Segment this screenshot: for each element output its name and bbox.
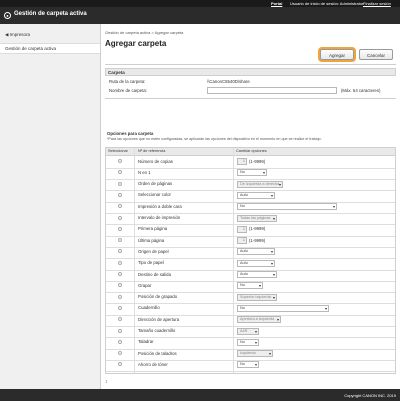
option-select[interactable]: No: [237, 169, 267, 177]
option-select[interactable]: Apertura a izquierda: [237, 316, 281, 324]
option-label: Posición de taladros: [138, 350, 177, 356]
row-select-checkbox[interactable]: [118, 170, 122, 175]
option-select[interactable]: Superior izquierda: [237, 293, 277, 301]
option-select[interactable]: No: [237, 282, 263, 290]
row-select-checkbox[interactable]: [118, 272, 122, 276]
sidebar-item-printer[interactable]: ◀ Impresora: [0, 30, 100, 40]
option-select[interactable]: No: [237, 361, 259, 369]
option-label: Intervalo de impresión: [138, 215, 181, 220]
row-separator: [106, 371, 395, 373]
sidebar-item-folder-management[interactable]: Gestión de carpeta activa: [0, 43, 100, 54]
logout-link[interactable]: Finalizar sesión: [363, 0, 391, 7]
option-label: Última página: [138, 237, 165, 243]
app-title: Gestión de carpeta activa: [14, 11, 87, 17]
option-label: Tipo de papel: [138, 260, 164, 266]
option-number-input[interactable]: 1: [237, 225, 247, 233]
name-label: Nombre de carpeta:: [109, 88, 147, 93]
folder-section-header: Carpeta: [105, 68, 396, 76]
row-select-checkbox[interactable]: [118, 328, 122, 333]
option-select[interactable]: Auto: [237, 191, 275, 199]
option-label: Orden de páginas: [138, 181, 173, 187]
row-select-checkbox[interactable]: [118, 305, 122, 310]
footer: Copyright CANON INC. 2019: [0, 389, 400, 401]
row-select-checkbox[interactable]: [118, 351, 122, 356]
option-label: Ahorro de tóner: [138, 361, 168, 367]
option-label: Número de copias: [138, 158, 173, 164]
row-select-checkbox[interactable]: [118, 339, 122, 344]
option-select[interactable]: No: [237, 304, 329, 312]
table-header: Seleccionar Nº de referencia Cambiar opc…: [106, 148, 395, 156]
row-separator: [106, 224, 395, 226]
option-label: N en 1: [138, 169, 151, 175]
sidebar: ◀ Impresora Gestión de carpeta activa: [0, 24, 101, 389]
folder-name-input[interactable]: [207, 87, 337, 94]
title-bar: ● Gestión de carpeta activa: [0, 7, 400, 24]
top-bar: Portal Usuario de inicio de sesión: Admi…: [0, 0, 400, 7]
option-range: (1-9999): [249, 237, 266, 243]
collapse-icon[interactable]: ↕: [105, 379, 108, 385]
option-select[interactable]: Auto: [237, 259, 275, 267]
option-number-input[interactable]: 1: [237, 237, 247, 245]
option-number-input[interactable]: 1: [237, 158, 247, 165]
row-select-checkbox[interactable]: [118, 226, 122, 231]
row-select-checkbox[interactable]: [118, 238, 122, 243]
col-divider: [134, 148, 135, 373]
portal-link[interactable]: Portal: [271, 0, 282, 7]
divider: [105, 98, 396, 99]
option-label: Impresión a doble cara: [138, 203, 182, 209]
row-select-checkbox[interactable]: [118, 192, 122, 197]
row-select-checkbox[interactable]: [118, 283, 122, 288]
option-select[interactable]: De izquierda a derecha: [237, 180, 283, 188]
page-title: Agregar carpeta: [105, 39, 167, 48]
option-label: Primera página: [138, 226, 168, 232]
row-select-checkbox[interactable]: [118, 362, 122, 367]
option-select[interactable]: A4R: [237, 327, 259, 335]
option-label: Origen de papel: [138, 248, 169, 254]
row-select-checkbox[interactable]: [118, 294, 122, 299]
option-range: (1-9999): [249, 158, 266, 164]
row-select-checkbox[interactable]: [118, 159, 122, 163]
option-select[interactable]: Todas las páginas: [237, 214, 277, 222]
row-select-checkbox[interactable]: [118, 317, 122, 322]
route-value: \\CanonC5540D\share: [207, 79, 250, 84]
option-label: Taladrar: [138, 339, 154, 345]
option-label: Seleccionar color: [138, 192, 171, 198]
option-select[interactable]: Izquierda: [237, 350, 273, 358]
copyright: Copyright CANON INC. 2019: [344, 393, 396, 398]
option-label: Grapar: [138, 282, 152, 288]
col-select: Seleccionar: [108, 149, 128, 153]
name-hint: (Máx. 64 caracteres): [341, 88, 381, 93]
option-label: Destino de salida: [138, 271, 171, 277]
options-table: Seleccionar Nº de referencia Cambiar opc…: [105, 147, 396, 374]
option-label: Cuadernillo: [138, 305, 160, 311]
app-window: Portal Usuario de inicio de sesión: Admi…: [0, 0, 400, 401]
add-button[interactable]: Agregar: [320, 49, 354, 60]
col-ref: Nº de referencia: [138, 149, 166, 153]
app-logo-icon: ●: [4, 12, 11, 19]
row-select-checkbox[interactable]: [118, 181, 122, 186]
option-select[interactable]: Auto: [237, 271, 277, 278]
row-select-checkbox[interactable]: [118, 260, 122, 265]
options-note: *Para las opciones que no estén configur…: [107, 137, 322, 141]
route-label: Ruta de la carpeta:: [109, 79, 146, 84]
divider: [105, 64, 396, 65]
option-label: Posición de grapado: [138, 294, 178, 300]
col-change: Cambiar opciones: [236, 149, 267, 153]
option-range: (1-9999): [249, 226, 266, 232]
main-content: Gestión de carpeta activa > Agregar carp…: [101, 24, 400, 389]
option-label: Dirección de apertura: [138, 316, 180, 322]
login-user-label: Usuario de inicio de sesión: Administrat…: [290, 1, 364, 6]
row-select-checkbox[interactable]: [118, 249, 122, 254]
option-select[interactable]: Auto: [237, 248, 275, 256]
row-select-checkbox[interactable]: [118, 215, 122, 220]
cancel-button[interactable]: Cancelar: [359, 49, 393, 60]
option-label: Tamaño cuadernillo: [138, 328, 176, 333]
row-separator: [106, 235, 395, 237]
breadcrumb: Gestión de carpeta activa > Agregar carp…: [105, 30, 184, 35]
row-select-checkbox[interactable]: [118, 204, 122, 209]
col-divider: [233, 148, 234, 373]
options-title: Opciones para carpeta: [107, 131, 154, 136]
option-select[interactable]: No: [237, 203, 337, 211]
option-select[interactable]: No: [237, 338, 259, 346]
